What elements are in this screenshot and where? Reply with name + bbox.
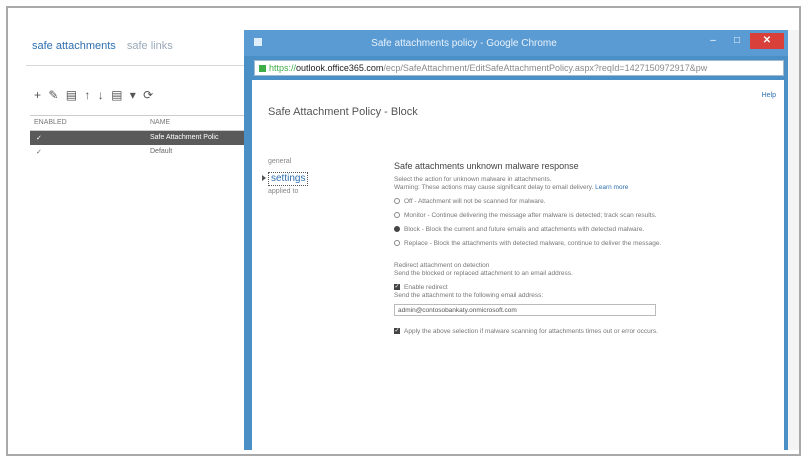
close-button[interactable]: ✕: [750, 33, 784, 49]
apply-timeout-option[interactable]: ✓ Apply the above selection if malware s…: [394, 328, 724, 336]
option-label: Replace - Block the attachments with det…: [404, 240, 662, 247]
redirect-heading: Redirect attachment on detection: [394, 262, 490, 269]
window-title: Safe attachments policy - Google Chrome: [371, 38, 557, 49]
redirect-description: Send the blocked or replaced attachment …: [394, 270, 573, 277]
background-scroll-strip: [788, 30, 799, 450]
divider: [26, 65, 266, 66]
lock-icon: [259, 65, 266, 73]
selected-nav-marker-icon: [262, 175, 266, 181]
table-header: ENABLED NAME: [30, 115, 256, 131]
apply-timeout-checkbox[interactable]: ✓: [394, 328, 400, 334]
nav-item-settings[interactable]: settings: [268, 172, 309, 186]
chrome-popup-window: Safe attachments policy - Google Chrome …: [244, 30, 788, 450]
nav-item-general[interactable]: general: [268, 158, 308, 170]
column-name[interactable]: NAME: [150, 119, 170, 126]
radio-monitor[interactable]: [394, 212, 400, 218]
option-off[interactable]: Off - Attachment will not be scanned for…: [394, 198, 724, 206]
table-row[interactable]: ✓ Safe Attachment Polic: [30, 131, 256, 145]
minimize-button[interactable]: –: [702, 33, 724, 49]
settings-panel: Safe attachments unknown malware respons…: [394, 162, 724, 336]
url-scheme: https://: [269, 63, 297, 73]
warning-label: Warning: These actions may cause signifi…: [394, 184, 594, 191]
tab-safe-attachments[interactable]: safe attachments: [32, 40, 116, 52]
radio-replace[interactable]: [394, 240, 400, 246]
enable-redirect-label: Enable redirect: [404, 284, 448, 291]
window-controls: – □ ✕: [700, 33, 784, 51]
policy-name: Safe Attachment Polic: [150, 134, 219, 141]
policy-toolbar[interactable]: + ✎ ▤ ↑ ↓ ▤ ▾ ⟳: [34, 88, 155, 102]
redirect-email-field[interactable]: [394, 304, 656, 316]
option-label: Off - Attachment will not be scanned for…: [404, 198, 546, 205]
option-label: Monitor - Continue delivering the messag…: [404, 212, 657, 219]
enable-redirect-option[interactable]: ✓ Enable redirect: [394, 284, 724, 292]
title-bar[interactable]: Safe attachments policy - Google Chrome …: [244, 30, 788, 56]
apply-timeout-label: Apply the above selection if malware sca…: [404, 328, 658, 335]
send-to-label: Send the attachment to the following ema…: [394, 292, 544, 299]
url-host: outlook.office365.com: [296, 63, 384, 73]
policy-name: Default: [150, 148, 173, 155]
option-replace[interactable]: Replace - Block the attachments with det…: [394, 240, 724, 248]
background-tabs: safe attachments safe links: [32, 40, 173, 52]
url-path: /ecp/SafeAttachment/EditSafeAttachmentPo…: [383, 63, 708, 73]
maximize-button[interactable]: □: [726, 33, 748, 49]
help-link[interactable]: Help: [762, 92, 776, 99]
screenshot-frame: safe attachments safe links + ✎ ▤ ↑ ↓ ▤ …: [6, 6, 801, 456]
policy-table: ENABLED NAME ✓ Safe Attachment Polic ✓ D…: [30, 115, 256, 159]
option-block[interactable]: Block - Block the current and future ema…: [394, 226, 724, 234]
table-row[interactable]: ✓ Default: [30, 145, 256, 159]
tab-safe-links[interactable]: safe links: [127, 40, 173, 52]
warning-text: Warning: These actions may cause signifi…: [394, 184, 724, 192]
enable-redirect-checkbox[interactable]: ✓: [394, 284, 400, 290]
enabled-check-icon: ✓: [36, 149, 42, 156]
policy-content: Help Safe Attachment Policy - Block gene…: [252, 80, 784, 450]
page-title: Safe Attachment Policy - Block: [268, 106, 418, 118]
option-label: Block - Block the current and future ema…: [404, 226, 645, 233]
radio-off[interactable]: [394, 198, 400, 204]
nav-item-applied-to[interactable]: applied to: [268, 188, 308, 200]
column-enabled[interactable]: ENABLED: [34, 119, 67, 126]
section-heading: Safe attachments unknown malware respons…: [394, 161, 579, 171]
settings-nav: general settings applied to: [268, 158, 309, 200]
learn-more-link[interactable]: Learn more: [595, 184, 628, 191]
address-bar[interactable]: https://outlook.office365.com/ecp/SafeAt…: [254, 60, 784, 76]
enabled-check-icon: ✓: [36, 135, 42, 142]
option-monitor[interactable]: Monitor - Continue delivering the messag…: [394, 212, 724, 220]
radio-block[interactable]: [394, 226, 400, 232]
section-description: Select the action for unknown malware in…: [394, 176, 552, 183]
